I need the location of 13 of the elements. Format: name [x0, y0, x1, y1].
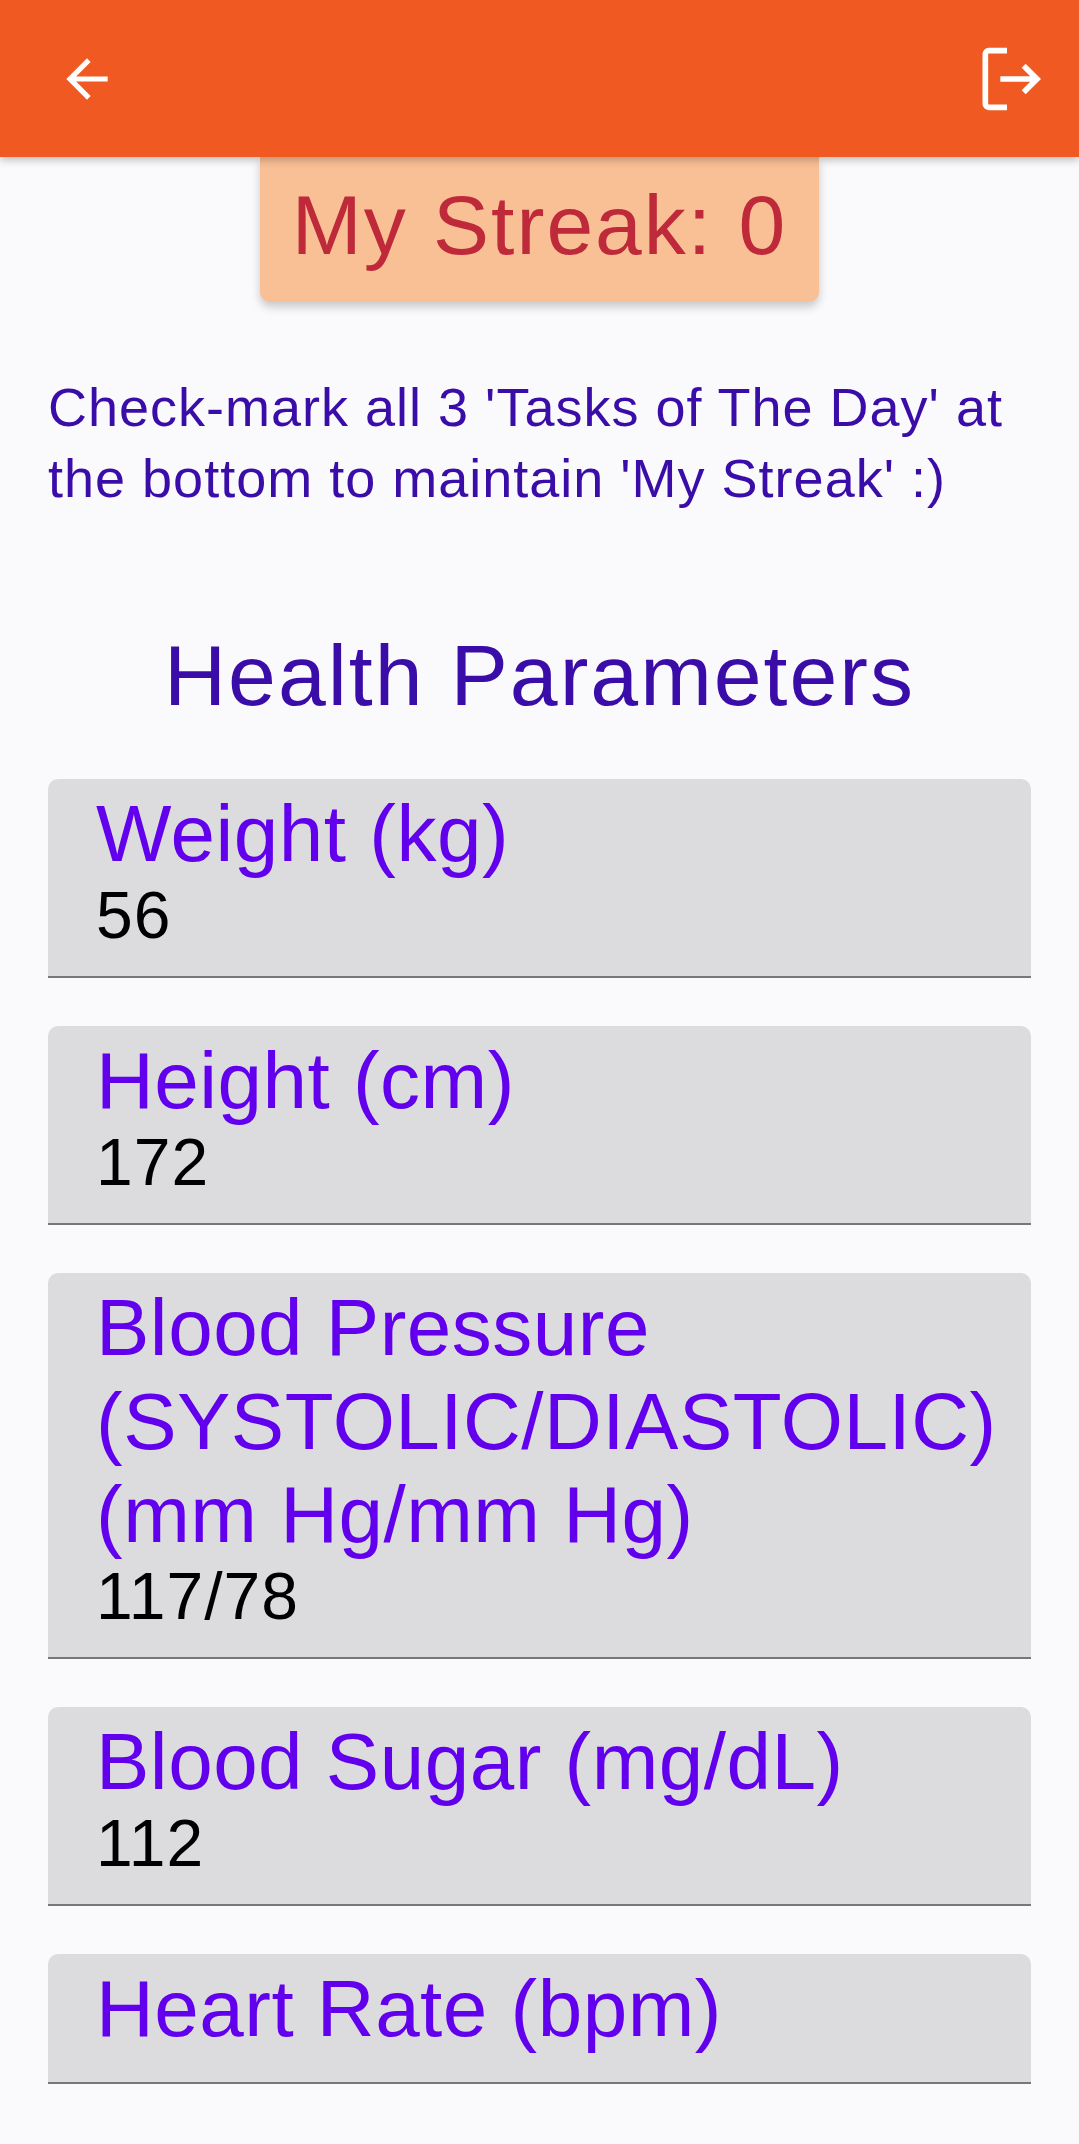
input-field[interactable]: Height (cm) 172	[48, 1026, 1031, 1226]
input-field[interactable]: Heart Rate (bpm)	[48, 1954, 1031, 2084]
field-label: Weight (kg)	[96, 788, 511, 881]
input-field[interactable]: Blood Sugar (mg/dL) 112	[48, 1707, 1031, 1907]
field-label: Height (cm)	[96, 1035, 516, 1128]
field-label: Blood Pressure (SYSTOLIC/DIASTOLIC) (mm Hg/mm Hg)	[96, 1282, 998, 1562]
streak-badge: My Streak: 0	[259, 157, 820, 303]
field-label: Blood Sugar (mg/dL)	[96, 1716, 845, 1809]
instruction-text: Check-mark all 3 'Tasks of The Day' at the bottom to maintain 'My Streak' :)	[48, 376, 1004, 511]
input-field[interactable]: Weight (kg) 56	[48, 779, 1031, 979]
field-label: Heart Rate (bpm)	[96, 1963, 723, 2056]
input-field[interactable]: Blood Pressure (SYSTOLIC/DIASTOLIC) (mm Hg/mm Hg) 117/78	[48, 1273, 1031, 1660]
section-title: Health Parameters	[163, 626, 916, 726]
